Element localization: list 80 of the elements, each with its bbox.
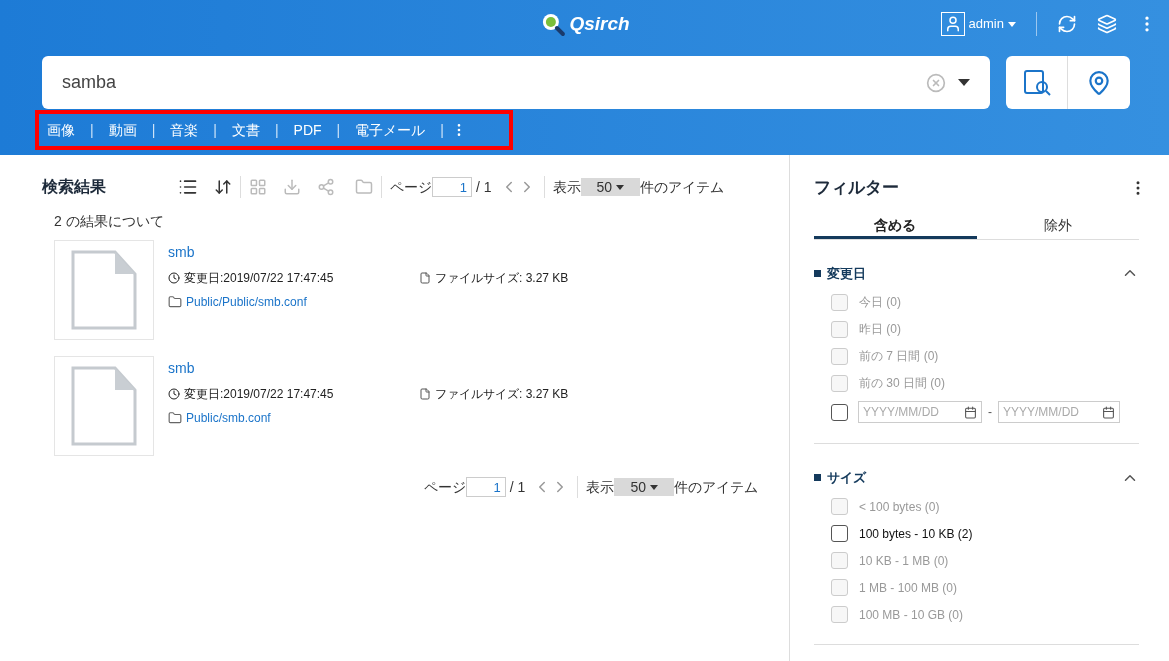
file-size: ファイルサイズ: 3.27 KB [435,386,569,403]
checkbox[interactable] [831,525,848,542]
share-icon[interactable] [317,178,335,196]
download-icon[interactable] [283,178,301,196]
filter-tab[interactable]: 除外 [976,214,1139,239]
display-label: 表示 [586,477,615,497]
square-bullet-icon [814,269,821,277]
separator: | [90,120,94,140]
page-total: / 1 [476,177,492,197]
filter-option: 100 MB - 10 GB (0) [859,605,964,624]
category-link[interactable]: 音楽 [170,119,199,141]
display-label: 表示 [552,177,581,197]
category-link[interactable]: 電子メール [355,119,426,141]
file-size: ファイルサイズ: 3.27 KB [435,270,569,287]
clear-icon[interactable] [926,72,946,93]
section-title: 変更日 [827,264,866,283]
modified-date: 変更日:2019/07/22 17:47:45 [184,270,335,287]
clock-icon [168,272,180,284]
separator: | [440,120,444,140]
folder-icon [168,411,182,425]
page-total: / 1 [509,477,526,497]
refresh-icon[interactable] [1057,14,1077,34]
category-link[interactable]: 画像 [47,119,75,141]
filter-option: 前の 7 日間 (0) [859,347,939,365]
document-icon [71,366,137,446]
filter-title: フィルター [814,177,899,199]
filter-option: 10 KB - 1 MB (0) [859,551,949,570]
file-thumbnail[interactable] [54,356,154,456]
filter-option: 今日 (0) [859,293,901,311]
page-number-field[interactable]: 1 [432,177,472,197]
filter-option: < 100 bytes (0) [859,497,940,516]
stack-icon[interactable] [1097,14,1117,34]
folder-icon [168,295,182,309]
clock-icon [168,388,180,400]
file-name-link[interactable]: smb [168,358,569,379]
file-thumbnail[interactable] [54,240,154,340]
per-page-dropdown[interactable]: 50 [580,178,641,196]
category-link[interactable]: 動画 [108,119,137,141]
page-number-field[interactable]: 1 [465,477,506,497]
page-label: ページ [423,477,466,497]
filter-tab[interactable]: 含める [814,214,977,239]
category-link[interactable]: PDF [293,119,322,141]
section-title: サイズ [827,469,866,487]
calendar-icon[interactable] [964,405,977,419]
separator: | [274,120,279,140]
items-label: 件のアイテム [674,477,758,497]
category-link[interactable]: 文書 [231,119,260,141]
separator: | [213,120,217,140]
document-search-icon [1021,67,1052,98]
file-path-link[interactable]: Public/Public/smb.conf [186,293,307,311]
modified-date: 変更日:2019/07/22 17:47:45 [184,386,335,403]
square-bullet-icon [814,474,821,482]
file-name-link[interactable]: smb [168,242,569,263]
dropdown-caret-icon[interactable] [958,79,970,86]
file-path-link[interactable]: Public/smb.conf [186,409,271,427]
file-size-icon [419,272,431,284]
search-field[interactable]: samba [42,56,990,109]
separator: | [336,120,341,140]
per-page-dropdown[interactable]: 50 [614,478,674,496]
separator: | [151,120,156,140]
results-count: 2 の結果について [54,212,165,231]
range-separator: - [988,404,992,421]
sort-icon[interactable] [214,178,232,196]
list-view-icon[interactable] [178,177,198,197]
location-pin-icon [1086,69,1112,96]
page-label: ページ [390,177,432,197]
filter-option: 100 bytes - 10 KB (2) [859,524,973,543]
file-size-icon [419,388,431,400]
filter-option: 前の 30 日間 (0) [859,374,945,392]
grid-icon[interactable] [249,178,267,196]
filter-option: 1 MB - 100 MB (0) [859,578,958,597]
checkbox[interactable] [831,403,848,421]
results-title: 検索結果 [42,177,107,197]
document-icon [71,250,137,330]
user-menu[interactable]: admin [940,12,1016,36]
filter-option: 昨日 (0) [859,320,901,338]
calendar-icon[interactable] [1102,405,1115,419]
folder-icon[interactable] [355,178,373,196]
app-logo: Qsirch [569,12,630,36]
items-label: 件のアイテム [640,177,725,197]
